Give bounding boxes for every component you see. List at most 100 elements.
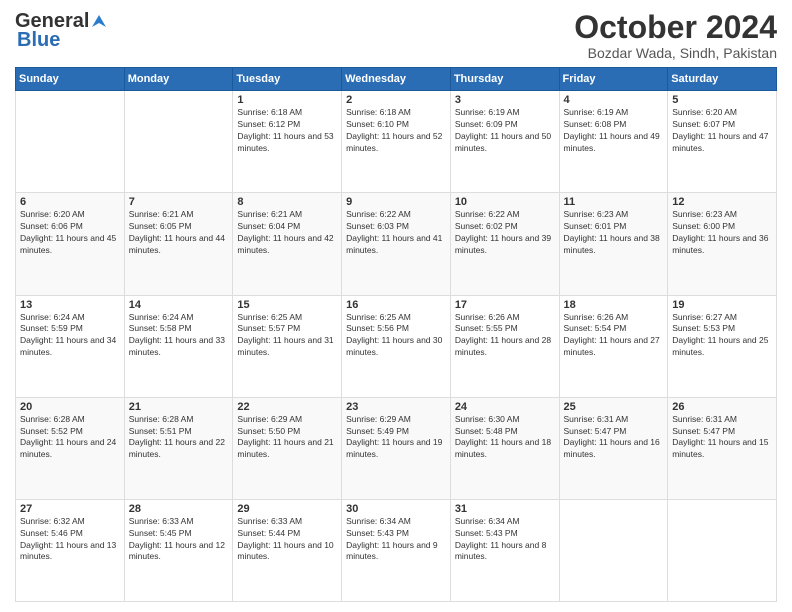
calendar-cell: 3Sunrise: 6:19 AM Sunset: 6:09 PM Daylig… [450, 91, 559, 193]
day-info: Sunrise: 6:23 AM Sunset: 6:00 PM Dayligh… [672, 209, 772, 257]
calendar-cell: 31Sunrise: 6:34 AM Sunset: 5:43 PM Dayli… [450, 499, 559, 601]
calendar-cell: 6Sunrise: 6:20 AM Sunset: 6:06 PM Daylig… [16, 193, 125, 295]
day-info: Sunrise: 6:23 AM Sunset: 6:01 PM Dayligh… [564, 209, 664, 257]
day-info: Sunrise: 6:30 AM Sunset: 5:48 PM Dayligh… [455, 414, 555, 462]
calendar-cell: 13Sunrise: 6:24 AM Sunset: 5:59 PM Dayli… [16, 295, 125, 397]
day-number: 2 [346, 94, 446, 106]
day-info: Sunrise: 6:31 AM Sunset: 5:47 PM Dayligh… [672, 414, 772, 462]
calendar-cell: 4Sunrise: 6:19 AM Sunset: 6:08 PM Daylig… [559, 91, 668, 193]
day-number: 18 [564, 299, 664, 311]
day-number: 30 [346, 503, 446, 515]
calendar-week-1: 6Sunrise: 6:20 AM Sunset: 6:06 PM Daylig… [16, 193, 777, 295]
day-number: 26 [672, 401, 772, 413]
day-number: 23 [346, 401, 446, 413]
day-info: Sunrise: 6:24 AM Sunset: 5:58 PM Dayligh… [129, 312, 229, 360]
day-number: 6 [20, 196, 120, 208]
calendar-cell: 24Sunrise: 6:30 AM Sunset: 5:48 PM Dayli… [450, 397, 559, 499]
day-info: Sunrise: 6:34 AM Sunset: 5:43 PM Dayligh… [455, 516, 555, 564]
day-number: 29 [237, 503, 337, 515]
day-info: Sunrise: 6:20 AM Sunset: 6:06 PM Dayligh… [20, 209, 120, 257]
day-info: Sunrise: 6:27 AM Sunset: 5:53 PM Dayligh… [672, 312, 772, 360]
col-thursday: Thursday [450, 68, 559, 91]
day-number: 5 [672, 94, 772, 106]
calendar-cell [559, 499, 668, 601]
calendar-week-0: 1Sunrise: 6:18 AM Sunset: 6:12 PM Daylig… [16, 91, 777, 193]
day-number: 31 [455, 503, 555, 515]
day-info: Sunrise: 6:34 AM Sunset: 5:43 PM Dayligh… [346, 516, 446, 564]
logo: General Blue [15, 10, 109, 52]
day-info: Sunrise: 6:21 AM Sunset: 6:05 PM Dayligh… [129, 209, 229, 257]
calendar-week-2: 13Sunrise: 6:24 AM Sunset: 5:59 PM Dayli… [16, 295, 777, 397]
day-number: 22 [237, 401, 337, 413]
col-monday: Monday [124, 68, 233, 91]
header: General Blue October 2024 Bozdar Wada, S… [15, 10, 777, 61]
calendar-cell: 14Sunrise: 6:24 AM Sunset: 5:58 PM Dayli… [124, 295, 233, 397]
calendar-cell: 11Sunrise: 6:23 AM Sunset: 6:01 PM Dayli… [559, 193, 668, 295]
col-friday: Friday [559, 68, 668, 91]
day-number: 12 [672, 196, 772, 208]
calendar-cell: 12Sunrise: 6:23 AM Sunset: 6:00 PM Dayli… [668, 193, 777, 295]
day-number: 14 [129, 299, 229, 311]
calendar-cell: 2Sunrise: 6:18 AM Sunset: 6:10 PM Daylig… [342, 91, 451, 193]
day-number: 20 [20, 401, 120, 413]
day-info: Sunrise: 6:20 AM Sunset: 6:07 PM Dayligh… [672, 107, 772, 155]
col-tuesday: Tuesday [233, 68, 342, 91]
day-number: 10 [455, 196, 555, 208]
day-number: 17 [455, 299, 555, 311]
day-number: 15 [237, 299, 337, 311]
day-number: 25 [564, 401, 664, 413]
day-number: 24 [455, 401, 555, 413]
day-number: 1 [237, 94, 337, 106]
month-title: October 2024 [574, 10, 777, 45]
day-info: Sunrise: 6:32 AM Sunset: 5:46 PM Dayligh… [20, 516, 120, 564]
calendar-cell: 28Sunrise: 6:33 AM Sunset: 5:45 PM Dayli… [124, 499, 233, 601]
calendar-cell [124, 91, 233, 193]
calendar-cell: 27Sunrise: 6:32 AM Sunset: 5:46 PM Dayli… [16, 499, 125, 601]
day-info: Sunrise: 6:28 AM Sunset: 5:52 PM Dayligh… [20, 414, 120, 462]
day-number: 19 [672, 299, 772, 311]
calendar-cell: 18Sunrise: 6:26 AM Sunset: 5:54 PM Dayli… [559, 295, 668, 397]
day-info: Sunrise: 6:33 AM Sunset: 5:44 PM Dayligh… [237, 516, 337, 564]
day-number: 3 [455, 94, 555, 106]
day-number: 11 [564, 196, 664, 208]
day-info: Sunrise: 6:24 AM Sunset: 5:59 PM Dayligh… [20, 312, 120, 360]
day-info: Sunrise: 6:25 AM Sunset: 5:56 PM Dayligh… [346, 312, 446, 360]
col-sunday: Sunday [16, 68, 125, 91]
calendar-cell: 17Sunrise: 6:26 AM Sunset: 5:55 PM Dayli… [450, 295, 559, 397]
calendar-cell: 22Sunrise: 6:29 AM Sunset: 5:50 PM Dayli… [233, 397, 342, 499]
day-number: 8 [237, 196, 337, 208]
calendar-cell: 25Sunrise: 6:31 AM Sunset: 5:47 PM Dayli… [559, 397, 668, 499]
location: Bozdar Wada, Sindh, Pakistan [574, 45, 777, 61]
day-number: 27 [20, 503, 120, 515]
calendar-cell: 26Sunrise: 6:31 AM Sunset: 5:47 PM Dayli… [668, 397, 777, 499]
day-info: Sunrise: 6:31 AM Sunset: 5:47 PM Dayligh… [564, 414, 664, 462]
calendar-cell [668, 499, 777, 601]
calendar-cell: 7Sunrise: 6:21 AM Sunset: 6:05 PM Daylig… [124, 193, 233, 295]
title-section: October 2024 Bozdar Wada, Sindh, Pakista… [574, 10, 777, 61]
day-number: 4 [564, 94, 664, 106]
calendar-cell: 5Sunrise: 6:20 AM Sunset: 6:07 PM Daylig… [668, 91, 777, 193]
day-info: Sunrise: 6:19 AM Sunset: 6:08 PM Dayligh… [564, 107, 664, 155]
calendar-header-row: Sunday Monday Tuesday Wednesday Thursday… [16, 68, 777, 91]
day-number: 16 [346, 299, 446, 311]
logo-blue: Blue [15, 29, 60, 52]
day-info: Sunrise: 6:29 AM Sunset: 5:49 PM Dayligh… [346, 414, 446, 462]
calendar-cell: 9Sunrise: 6:22 AM Sunset: 6:03 PM Daylig… [342, 193, 451, 295]
calendar-cell: 15Sunrise: 6:25 AM Sunset: 5:57 PM Dayli… [233, 295, 342, 397]
logo-bird-icon [90, 13, 108, 31]
day-info: Sunrise: 6:26 AM Sunset: 5:54 PM Dayligh… [564, 312, 664, 360]
calendar-week-3: 20Sunrise: 6:28 AM Sunset: 5:52 PM Dayli… [16, 397, 777, 499]
day-info: Sunrise: 6:26 AM Sunset: 5:55 PM Dayligh… [455, 312, 555, 360]
day-number: 13 [20, 299, 120, 311]
col-wednesday: Wednesday [342, 68, 451, 91]
col-saturday: Saturday [668, 68, 777, 91]
calendar-cell: 19Sunrise: 6:27 AM Sunset: 5:53 PM Dayli… [668, 295, 777, 397]
day-number: 9 [346, 196, 446, 208]
day-info: Sunrise: 6:18 AM Sunset: 6:12 PM Dayligh… [237, 107, 337, 155]
day-info: Sunrise: 6:28 AM Sunset: 5:51 PM Dayligh… [129, 414, 229, 462]
calendar-cell: 1Sunrise: 6:18 AM Sunset: 6:12 PM Daylig… [233, 91, 342, 193]
calendar-cell: 16Sunrise: 6:25 AM Sunset: 5:56 PM Dayli… [342, 295, 451, 397]
calendar-table: Sunday Monday Tuesday Wednesday Thursday… [15, 67, 777, 602]
day-info: Sunrise: 6:19 AM Sunset: 6:09 PM Dayligh… [455, 107, 555, 155]
day-number: 21 [129, 401, 229, 413]
